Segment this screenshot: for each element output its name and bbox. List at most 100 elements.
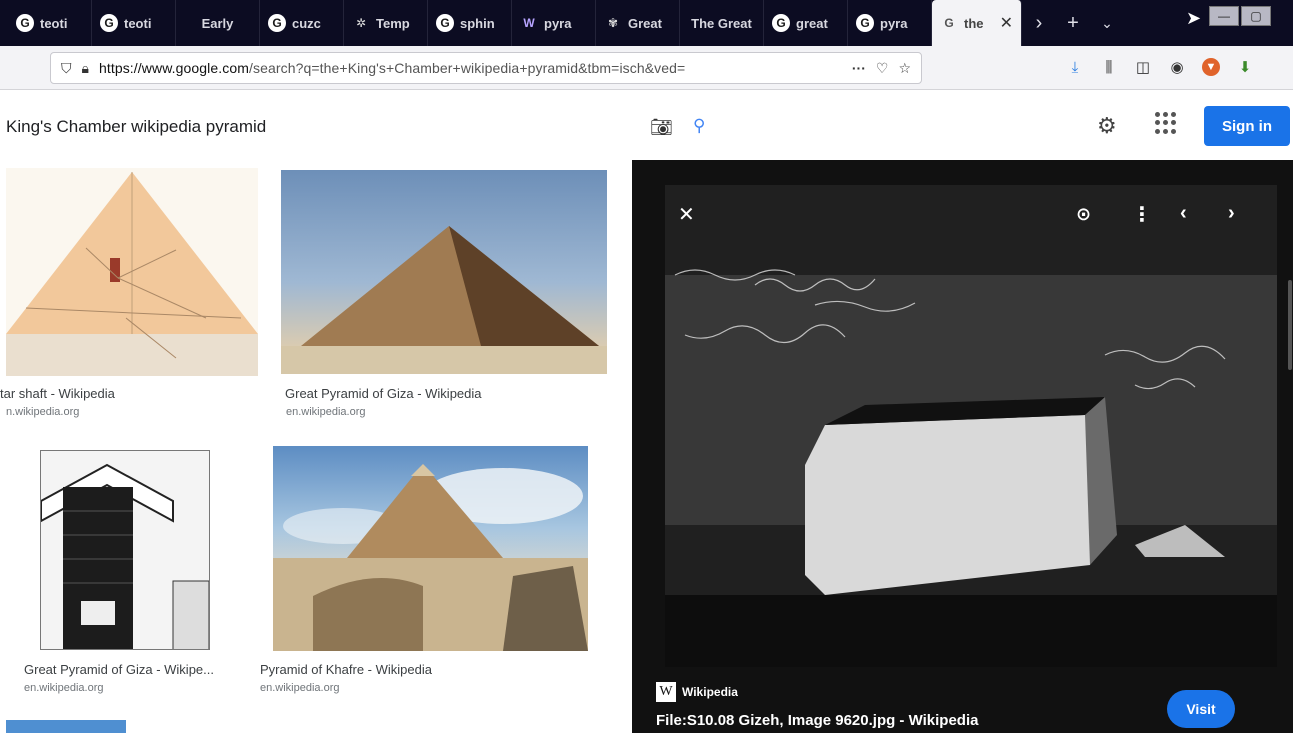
google-header: King's Chamber wikipedia pyramid 📷︎ ⚲ ⚙ …: [0, 90, 1293, 160]
google-favicon-icon: G: [944, 16, 954, 30]
maximize-window-icon[interactable]: ▢: [1241, 6, 1271, 26]
preview-source-name: Wikipedia: [682, 685, 738, 699]
preview-scrollbar[interactable]: [1288, 280, 1292, 370]
sign-in-button[interactable]: Sign in: [1204, 106, 1290, 146]
tab-strip: Gteoti Gteoti Early Gcuzc ✲ Temp Gsphin W…: [0, 0, 1293, 46]
tab-label: cuzc: [292, 15, 321, 31]
preview-image[interactable]: [665, 185, 1277, 667]
window-controls: — ▢: [1209, 6, 1271, 26]
browser-tab[interactable]: Early: [176, 0, 260, 46]
downloads-icon[interactable]: ⤓: [1066, 59, 1084, 76]
preview-title[interactable]: File:S10.08 Gizeh, Image 9620.jpg - Wiki…: [656, 712, 978, 729]
wikipedia-logo-icon: W: [656, 682, 676, 702]
tab-list-chevron-down-icon[interactable]: ⌄: [1090, 15, 1124, 32]
lock-icon[interactable]: 🔒︎: [82, 60, 89, 77]
site-favicon-icon: ✾: [607, 16, 619, 30]
browser-tab[interactable]: ✲ Temp: [344, 0, 428, 46]
library-icon[interactable]: ⫼: [1100, 59, 1118, 76]
result-title[interactable]: Pyramid of Khafre - Wikipedia: [260, 662, 432, 677]
apps-grid-icon[interactable]: [1155, 112, 1177, 134]
search-input[interactable]: King's Chamber wikipedia pyramid 📷︎ ⚲: [0, 108, 736, 146]
browser-tab[interactable]: Gcuzc: [260, 0, 344, 46]
tab-label: great: [796, 15, 828, 31]
image-results-grid: tar shaft - Wikipedia n.wikipedia.org Gr…: [0, 160, 632, 733]
image-preview-panel: ✕ ⊙ ⋮ ‹ › W Wikipedia File:S10.08 Gizeh,…: [632, 160, 1293, 733]
url-text[interactable]: https://www.google.com/search?q=the+King…: [99, 60, 842, 76]
result-thumbnail[interactable]: [6, 168, 258, 376]
toolbar-icons: ⤓ ⫼ ◫ ◉ ▼ ⬇: [1066, 58, 1254, 76]
result-source[interactable]: n.wikipedia.org: [6, 406, 79, 418]
great-pyramid-photo: [281, 226, 607, 374]
address-bar[interactable]: ⛉ 🔒︎ https://www.google.com/search?q=the…: [50, 52, 922, 84]
page-actions-menu-icon[interactable]: ···: [852, 60, 866, 76]
browser-tab[interactable]: Ggreat: [764, 0, 848, 46]
extension-orange-icon[interactable]: ▼: [1202, 58, 1220, 76]
result-thumbnail-partial[interactable]: [6, 720, 126, 733]
pyramid-diagram-image: [6, 168, 258, 376]
khafre-pyramid-photo: [273, 464, 588, 651]
browser-tab[interactable]: Gteoti: [92, 0, 176, 46]
cross-section-drawing: [41, 451, 209, 649]
result-source[interactable]: en.wikipedia.org: [260, 682, 340, 694]
tab-label: teoti: [124, 15, 152, 31]
preview-source[interactable]: W Wikipedia: [656, 682, 738, 702]
tab-label: pyra: [880, 15, 908, 31]
result-title[interactable]: Great Pyramid of Giza - Wikipe...: [24, 662, 214, 677]
url-host: https://www.google.com: [98, 60, 250, 76]
kings-chamber-sarcophagus-photo: [665, 185, 1277, 667]
next-image-chevron-icon[interactable]: ›: [1228, 202, 1235, 225]
result-title[interactable]: Great Pyramid of Giza - Wikipedia: [285, 386, 482, 401]
google-favicon-icon: G: [16, 14, 34, 32]
browser-tab-active[interactable]: Gthe ✕: [932, 0, 1022, 46]
google-favicon-icon: G: [268, 14, 286, 32]
site-favicon-icon: ✲: [355, 16, 367, 30]
pocket-icon[interactable]: ♡: [876, 60, 889, 77]
site-favicon-icon: W: [523, 16, 535, 30]
result-title[interactable]: tar shaft - Wikipedia: [0, 386, 115, 401]
search-icon[interactable]: ⚲: [693, 116, 705, 136]
close-tab-icon[interactable]: ✕: [1000, 13, 1013, 33]
result-thumbnail[interactable]: [281, 170, 607, 374]
more-options-icon[interactable]: ⋮: [1132, 202, 1152, 227]
minimize-window-icon[interactable]: —: [1209, 6, 1239, 26]
result-thumbnail[interactable]: [40, 450, 210, 650]
result-source[interactable]: en.wikipedia.org: [286, 406, 366, 418]
result-source[interactable]: en.wikipedia.org: [24, 682, 104, 694]
browser-tab[interactable]: Gteoti: [8, 0, 92, 46]
close-preview-icon[interactable]: ✕: [678, 202, 695, 227]
navigation-toolbar: ⛉ 🔒︎ https://www.google.com/search?q=the…: [0, 46, 1293, 90]
visit-button[interactable]: Visit: [1167, 690, 1235, 728]
tab-scroll-right-icon[interactable]: ›: [1022, 12, 1056, 35]
browser-tab[interactable]: Wpyra: [512, 0, 596, 46]
sidebar-icon[interactable]: ◫: [1134, 58, 1152, 76]
shield-icon[interactable]: ⛉: [61, 60, 72, 77]
tab-label: Early: [201, 15, 234, 31]
gear-icon[interactable]: ⚙: [1097, 113, 1117, 139]
tab-label: the: [964, 15, 984, 31]
browser-tab[interactable]: Gpyra: [848, 0, 932, 46]
browser-tab[interactable]: ✾ Great: [596, 0, 680, 46]
google-favicon-icon: G: [436, 14, 454, 32]
camera-icon[interactable]: 📷︎: [650, 117, 673, 138]
tab-label: sphin: [460, 15, 495, 31]
tab-label: Temp: [376, 15, 410, 31]
url-path: /search?q=the+King's+Chamber+wikipedia+p…: [249, 60, 686, 76]
tab-label: The Great: [691, 15, 752, 31]
lens-search-icon[interactable]: ⊙: [1076, 204, 1091, 225]
account-icon[interactable]: ◉: [1168, 58, 1186, 76]
google-favicon-icon: G: [856, 14, 874, 32]
browser-tab[interactable]: The Great: [680, 0, 764, 46]
bookmark-star-icon[interactable]: ☆: [898, 60, 911, 77]
google-favicon-icon: G: [100, 14, 118, 32]
result-thumbnail[interactable]: [273, 446, 588, 651]
tab-label: teoti: [40, 15, 68, 31]
extension-green-icon[interactable]: ⬇: [1236, 58, 1254, 76]
google-favicon-icon: G: [772, 14, 790, 32]
new-tab-icon[interactable]: +: [1056, 12, 1090, 35]
search-query-text: King's Chamber wikipedia pyramid: [6, 117, 267, 136]
mouse-cursor-icon: ➤: [1186, 8, 1202, 28]
previous-image-chevron-icon[interactable]: ‹: [1180, 202, 1187, 225]
tab-label: Great: [628, 15, 662, 31]
browser-tab[interactable]: Gsphin: [428, 0, 512, 46]
tab-label: pyra: [544, 15, 572, 31]
